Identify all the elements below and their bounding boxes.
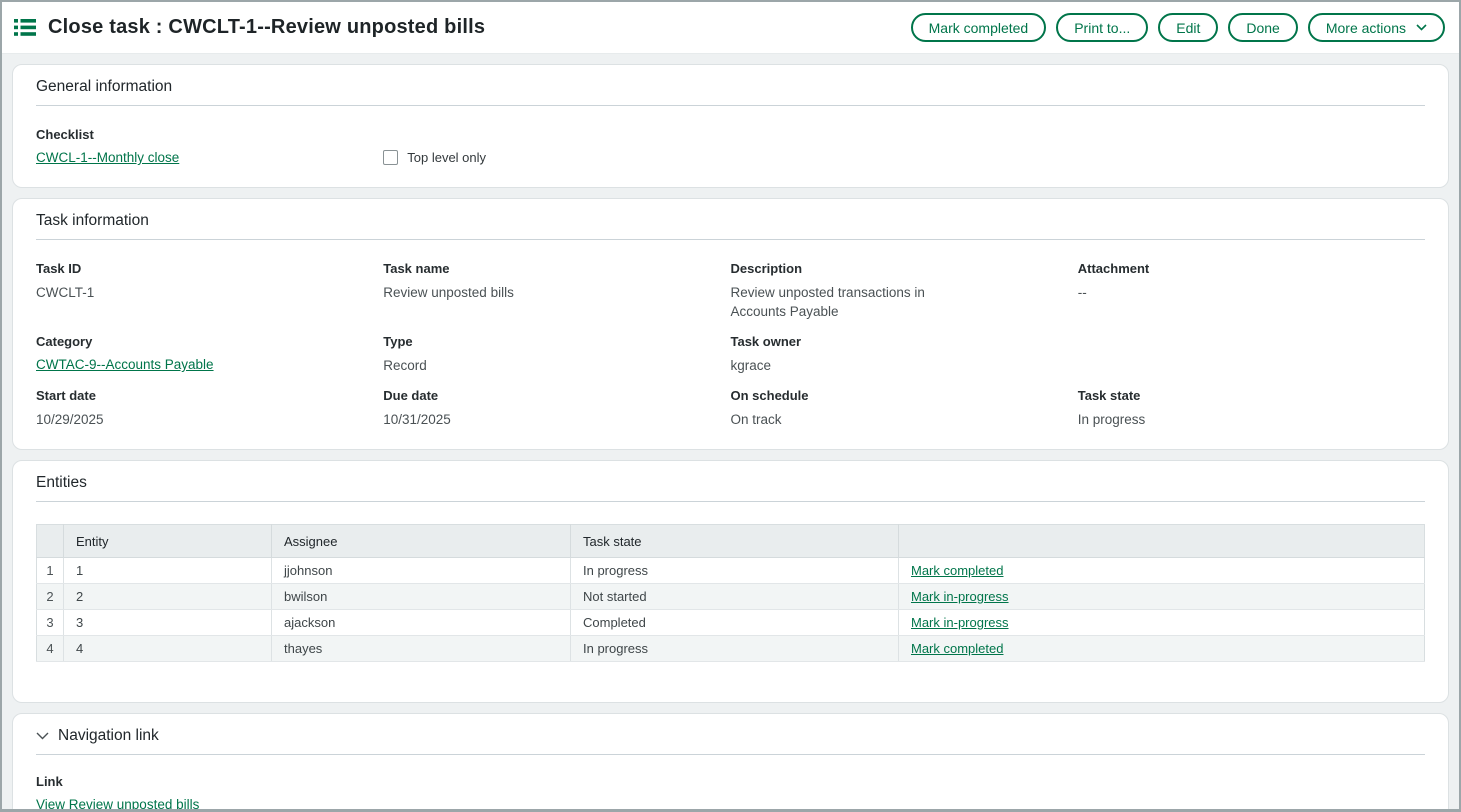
table-row: 1 1 jjohnson In progress Mark completed (37, 558, 1425, 584)
task-information-section: Task information Task ID CWCLT-1 Task na… (12, 198, 1449, 450)
table-row: 2 2 bwilson Not started Mark in-progress (37, 584, 1425, 610)
category-link[interactable]: CWTAC-9--Accounts Payable (36, 357, 214, 372)
assignee-column-header: Assignee (272, 525, 571, 558)
task-state-cell: Completed (571, 610, 899, 636)
general-information-section: General information Checklist CWCL-1--Mo… (12, 64, 1449, 188)
field-due-date: Due date 10/31/2025 (383, 388, 730, 429)
assignee-cell: thayes (272, 636, 571, 662)
row-number: 3 (37, 610, 64, 636)
entity-action-link[interactable]: Mark in-progress (911, 615, 1009, 630)
field-value: Review unposted bills (383, 283, 730, 302)
field-value: kgrace (731, 356, 1078, 375)
field-value: CWCLT-1 (36, 283, 383, 302)
table-row: 3 3 ajackson Completed Mark in-progress (37, 610, 1425, 636)
rownum-header (37, 525, 64, 558)
field-task-name: Task name Review unposted bills (383, 261, 730, 321)
more-actions-label: More actions (1326, 21, 1406, 35)
checklist-link[interactable]: CWCL-1--Monthly close (36, 150, 179, 165)
entity-action-link[interactable]: Mark in-progress (911, 589, 1009, 604)
entity-action-link[interactable]: Mark completed (911, 641, 1003, 656)
top-level-only-label: Top level only (407, 150, 486, 165)
field-value: Review unposted transactions in Accounts… (731, 283, 946, 321)
field-label: Description (731, 261, 1078, 276)
print-to-button[interactable]: Print to... (1056, 13, 1148, 42)
field-category: Category CWTAC-9--Accounts Payable (36, 334, 383, 375)
field-value: On track (731, 410, 1078, 429)
field-label: Task name (383, 261, 730, 276)
field-label: Category (36, 334, 383, 349)
section-title-entities: Entities (36, 474, 87, 492)
field-task-owner: Task owner kgrace (731, 334, 1078, 375)
action-column-header (899, 525, 1425, 558)
action-cell: Mark in-progress (899, 584, 1425, 610)
row-number: 2 (37, 584, 64, 610)
section-title-navigation-link[interactable]: Navigation link (58, 727, 159, 745)
field-value: In progress (1078, 410, 1425, 429)
app-window: Close task : CWCLT-1--Review unposted bi… (0, 0, 1461, 812)
entity-action-link[interactable]: Mark completed (911, 563, 1003, 578)
entity-column-header: Entity (64, 525, 272, 558)
top-level-only-field: Top level only (383, 150, 730, 167)
more-actions-button[interactable]: More actions (1308, 13, 1445, 42)
task-state-cell: Not started (571, 584, 899, 610)
entities-table: Entity Assignee Task state 1 1 jjohnson … (36, 524, 1425, 662)
field-label: Attachment (1078, 261, 1425, 276)
entities-header-row: Entity Assignee Task state (37, 525, 1425, 558)
link-label: Link (36, 774, 1425, 789)
field-label: On schedule (731, 388, 1078, 403)
page-header: Close task : CWCLT-1--Review unposted bi… (2, 2, 1459, 54)
row-number: 4 (37, 636, 64, 662)
entity-cell: 2 (64, 584, 272, 610)
header-actions: Mark completed Print to... Edit Done Mor… (911, 13, 1445, 42)
field-label: Due date (383, 388, 730, 403)
field-value: Record (383, 356, 730, 375)
field-on-schedule: On schedule On track (731, 388, 1078, 429)
mark-completed-button[interactable]: Mark completed (911, 13, 1047, 42)
checklist-field: Checklist CWCL-1--Monthly close (36, 127, 383, 167)
field-attachment: Attachment -- (1078, 261, 1425, 321)
field-value: -- (1078, 283, 1425, 302)
task-state-cell: In progress (571, 636, 899, 662)
top-level-only-checkbox[interactable] (383, 150, 398, 165)
table-row: 4 4 thayes In progress Mark completed (37, 636, 1425, 662)
field-label: Type (383, 334, 730, 349)
entity-cell: 1 (64, 558, 272, 584)
field-task-state: Task state In progress (1078, 388, 1425, 429)
action-cell: Mark completed (899, 558, 1425, 584)
checklist-icon (14, 18, 36, 37)
task-state-column-header: Task state (571, 525, 899, 558)
view-task-link[interactable]: View Review unposted bills (36, 797, 199, 812)
field-description: Description Review unposted transactions… (731, 261, 1078, 321)
action-cell: Mark in-progress (899, 610, 1425, 636)
field-label: Task owner (731, 334, 1078, 349)
field-spacer (1078, 334, 1425, 375)
section-title-task-info: Task information (36, 212, 149, 230)
assignee-cell: jjohnson (272, 558, 571, 584)
done-button[interactable]: Done (1228, 13, 1297, 42)
task-state-cell: In progress (571, 558, 899, 584)
entity-cell: 4 (64, 636, 272, 662)
assignee-cell: bwilson (272, 584, 571, 610)
field-start-date: Start date 10/29/2025 (36, 388, 383, 429)
field-task-id: Task ID CWCLT-1 (36, 261, 383, 321)
field-value: 10/31/2025 (383, 410, 730, 429)
collapse-chevron-icon[interactable] (36, 732, 49, 740)
navigation-link-section: Navigation link Link View Review unposte… (12, 713, 1449, 812)
edit-button[interactable]: Edit (1158, 13, 1218, 42)
section-title-general: General information (36, 78, 172, 96)
entities-section: Entities Entity Assignee Task state 1 (12, 460, 1449, 703)
field-label: Task state (1078, 388, 1425, 403)
checklist-label: Checklist (36, 127, 383, 142)
chevron-down-icon (1416, 24, 1427, 31)
field-label: Start date (36, 388, 383, 403)
entity-cell: 3 (64, 610, 272, 636)
page-title: Close task : CWCLT-1--Review unposted bi… (48, 16, 911, 39)
field-type: Type Record (383, 334, 730, 375)
field-label: Task ID (36, 261, 383, 276)
field-value: 10/29/2025 (36, 410, 383, 429)
action-cell: Mark completed (899, 636, 1425, 662)
row-number: 1 (37, 558, 64, 584)
assignee-cell: ajackson (272, 610, 571, 636)
